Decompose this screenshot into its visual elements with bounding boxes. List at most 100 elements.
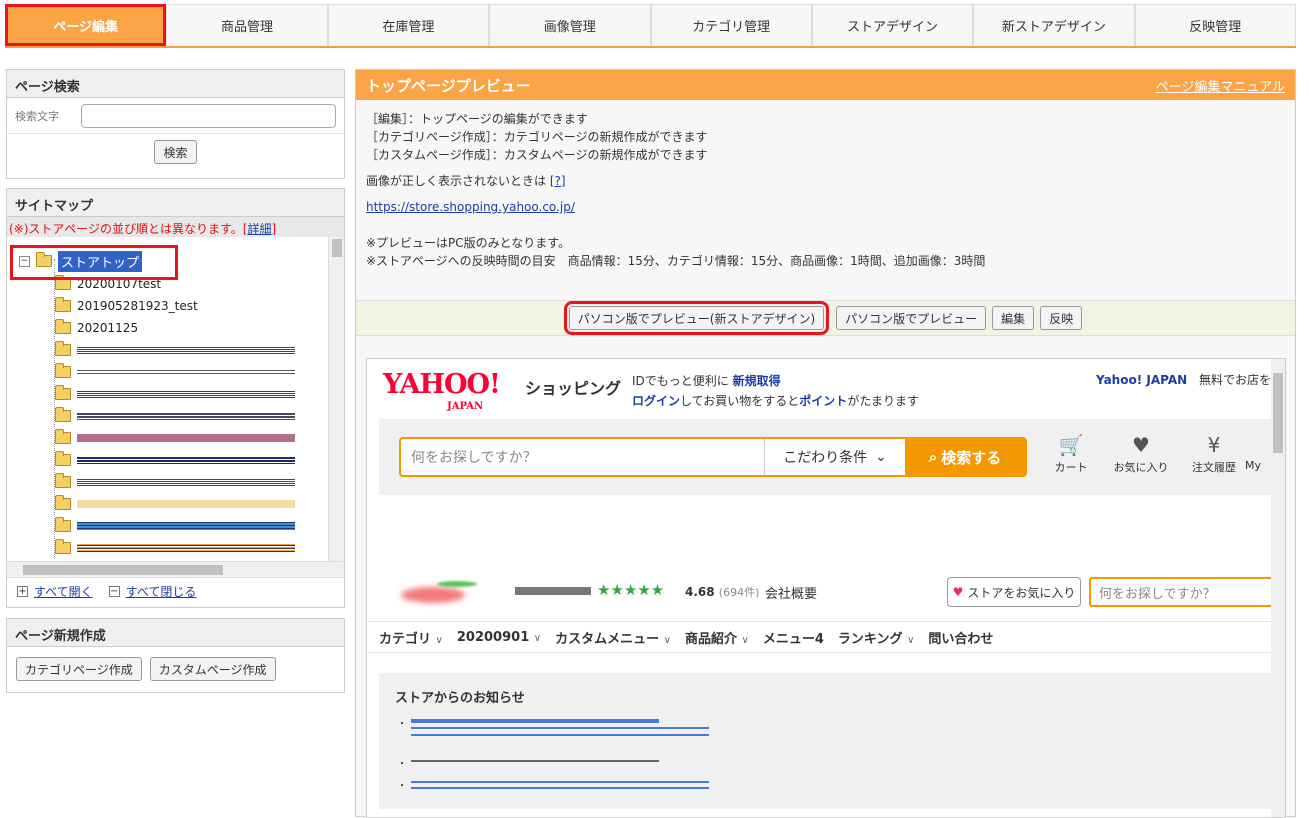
search-input[interactable] <box>81 103 336 128</box>
preview-title: トップページプレビュー <box>366 76 531 95</box>
order-history-button[interactable]: ¥ 注文履歴 <box>1184 433 1244 475</box>
pc-preview-button[interactable]: パソコン版でプレビュー <box>836 306 987 330</box>
nav-category[interactable]: カテゴリ ∨ <box>379 628 443 647</box>
tab-page-edit[interactable]: ページ編集 <box>5 4 167 46</box>
redacted-label <box>77 390 295 398</box>
tree-item[interactable]: 20201125 <box>55 318 138 338</box>
nav-ranking[interactable]: ランキング ∨ <box>838 628 914 647</box>
store-preview-frame: YAHOO! JAPAN ショッピング IDでもっと便利に 新規取得 ログインし… <box>366 358 1286 818</box>
tab-new-store-design[interactable]: 新ストアデザイン <box>973 4 1135 46</box>
sitemap-warning-text: (※)ストアページの並び順とは異なります。 <box>9 222 243 236</box>
review-count[interactable]: (694件) <box>719 586 760 599</box>
news-item-redacted[interactable] <box>411 760 659 762</box>
tree-item-redacted[interactable] <box>55 516 295 536</box>
search-button-row: 検索 <box>7 134 344 164</box>
tree-item-redacted[interactable] <box>55 494 295 514</box>
tree-item-label[interactable]: 20201125 <box>77 321 138 335</box>
manual-link[interactable]: ページ編集マニュアル <box>1156 76 1285 95</box>
company-link[interactable]: 会社概要 <box>765 583 817 602</box>
edit-button[interactable]: 編集 <box>992 306 1035 330</box>
tab-image-management[interactable]: 画像管理 <box>489 4 651 46</box>
register-link[interactable]: 新規取得 <box>733 374 781 388</box>
scroll-thumb[interactable] <box>23 565 223 575</box>
points-link[interactable]: ポイント <box>799 394 847 408</box>
info-line: ［カテゴリページ作成］：カテゴリページの新規作成ができます <box>366 130 708 144</box>
header-links: Yahoo! JAPAN 無料でお店を <box>1096 371 1271 388</box>
pc-preview-new-design-button[interactable]: パソコン版でプレビュー(新ストアデザイン) <box>563 301 830 335</box>
tree-item-redacted[interactable] <box>55 340 295 360</box>
tab-inventory-management[interactable]: 在庫管理 <box>327 4 490 46</box>
page-search-panel: ページ検索 検索文字 検索 <box>6 69 345 179</box>
store-nav: カテゴリ ∨ 20200901 ∨ カスタムメニュー ∨ 商品紹介 ∨ メニュー… <box>367 621 1273 653</box>
redacted-label <box>77 522 295 530</box>
condition-dropdown[interactable]: こだわり条件 ⌄ <box>765 439 905 475</box>
tab-category-management[interactable]: カテゴリ管理 <box>650 4 812 46</box>
store-logo <box>401 587 465 603</box>
search-label: 検索文字 <box>15 109 59 123</box>
favorites-button[interactable]: ♥ お気に入り <box>1111 433 1171 475</box>
nav-label: カテゴリ <box>379 631 432 647</box>
tree-item-label[interactable]: 201905281923_test <box>77 299 198 313</box>
tab-publish-management[interactable]: 反映管理 <box>1134 4 1296 46</box>
news-bullet: ・ <box>397 781 407 792</box>
publish-button[interactable]: 反映 <box>1040 306 1083 330</box>
folder-icon <box>55 341 71 356</box>
login-link[interactable]: ログイン <box>632 394 680 408</box>
yahoo-search-input[interactable]: 何をお探しですか？ <box>401 439 765 475</box>
news-item-redacted[interactable] <box>411 727 709 729</box>
image-help-link[interactable]: [?] <box>550 174 566 188</box>
nav-label: 20200901 <box>456 629 530 645</box>
scroll-thumb[interactable] <box>1273 373 1283 453</box>
folder-icon <box>55 407 71 422</box>
tree-item-redacted[interactable] <box>55 428 295 448</box>
tree-horizontal-scrollbar[interactable] <box>7 561 344 577</box>
folder-icon <box>55 297 71 312</box>
url-row: https://store.shopping.yahoo.co.jp/ <box>366 198 1285 216</box>
tree-item-redacted[interactable] <box>55 406 295 426</box>
tree-vertical-scrollbar[interactable] <box>328 237 344 561</box>
nav-product-intro[interactable]: 商品紹介 ∨ <box>685 628 749 647</box>
promo-line-1: IDでもっと便利に 新規取得 <box>632 371 919 391</box>
news-item-redacted[interactable] <box>411 719 659 723</box>
tab-product-management[interactable]: 商品管理 <box>166 4 328 46</box>
expand-all-link[interactable]: すべて開く <box>34 583 93 600</box>
scroll-thumb[interactable] <box>332 239 342 257</box>
search-button[interactable]: 検索 <box>154 140 197 164</box>
open-store-link[interactable]: 無料でお店を <box>1199 373 1271 387</box>
yahoo-search-button[interactable]: ⌕ 検索する <box>905 439 1025 475</box>
folder-icon <box>55 495 71 510</box>
store-search-input[interactable]: 何をお探しですか？ <box>1089 577 1273 607</box>
favorite-store-button[interactable]: ♥ ストアをお気に入り <box>947 577 1081 607</box>
yahoo-japan-link[interactable]: Yahoo! JAPAN <box>1096 373 1187 387</box>
highlight-store-top <box>10 245 178 280</box>
sitemap-tree[interactable]: − ストアトップ 20200107test 201905281923_test … <box>7 237 344 577</box>
collapse-all-link[interactable]: すべて閉じる <box>126 583 197 600</box>
create-category-page-button[interactable]: カテゴリページ作成 <box>16 657 142 681</box>
news-item-redacted[interactable] <box>411 734 709 736</box>
info-line: ［カスタムページ作成］：カスタムページの新規作成ができます <box>366 148 708 162</box>
nav-custom-menu[interactable]: カスタムメニュー ∨ <box>555 628 671 647</box>
cart-button[interactable]: 🛒 カート <box>1041 433 1101 475</box>
tree-item-redacted[interactable] <box>55 450 295 470</box>
tab-store-design[interactable]: ストアデザイン <box>811 4 974 46</box>
folder-icon <box>55 539 71 554</box>
history-icon: ¥ <box>1207 433 1221 457</box>
create-custom-page-button[interactable]: カスタムページ作成 <box>149 657 276 681</box>
news-item-redacted[interactable] <box>411 787 709 789</box>
tree-item-redacted[interactable] <box>55 472 295 492</box>
store-url-link[interactable]: https://store.shopping.yahoo.co.jp/ <box>366 200 575 214</box>
preview-buttons: パソコン版でプレビュー(新ストアデザイン) パソコン版でプレビュー 編集 反映 <box>356 300 1295 336</box>
image-note-text: 画像が正しく表示されないときは <box>366 174 547 188</box>
news-item-redacted[interactable] <box>411 781 709 783</box>
tree-item-redacted[interactable] <box>55 362 295 382</box>
tree-item[interactable]: 201905281923_test <box>55 296 198 316</box>
detail-link[interactable]: 詳細 <box>247 222 271 236</box>
tree-item-redacted[interactable] <box>55 384 295 404</box>
nav-contact[interactable]: 問い合わせ <box>928 628 993 647</box>
search-button-label: 検索する <box>941 448 1002 467</box>
preview-vertical-scrollbar[interactable] <box>1271 359 1285 817</box>
chevron-down-icon: ⌄ <box>875 449 887 465</box>
nav-20200901[interactable]: 20200901 ∨ <box>457 630 541 645</box>
nav-menu-4[interactable]: メニュー4 <box>763 628 824 647</box>
tree-item-redacted[interactable] <box>55 538 295 558</box>
